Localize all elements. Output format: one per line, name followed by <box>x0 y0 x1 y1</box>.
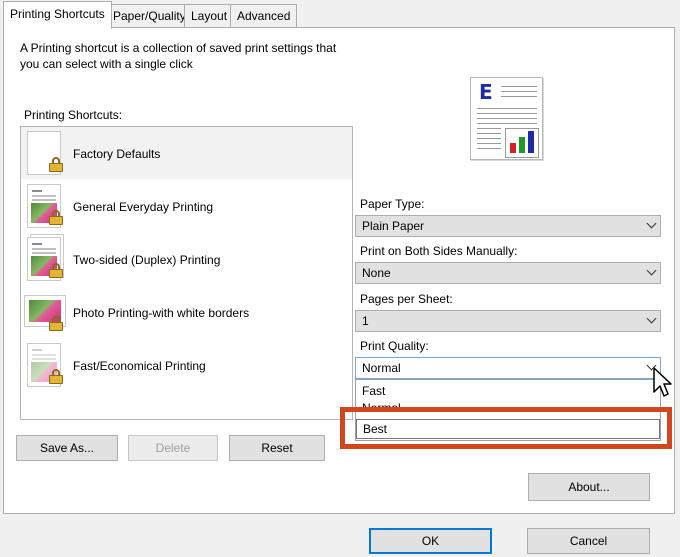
shortcut-factory-defaults[interactable]: Factory Defaults <box>21 127 352 179</box>
reset-button[interactable]: Reset <box>229 435 325 461</box>
shortcuts-heading: Printing Shortcuts: <box>24 108 123 122</box>
tab-layout[interactable]: Layout <box>184 4 235 28</box>
shortcut-label: Fast/Economical Printing <box>73 359 206 373</box>
tab-strip: Printing Shortcuts Paper/Quality Layout … <box>0 0 680 29</box>
ok-button[interactable]: OK <box>369 528 492 554</box>
annotation-highlight-box <box>340 407 672 449</box>
lock-icon <box>49 369 63 384</box>
delete-button[interactable]: Delete <box>128 435 218 461</box>
shortcut-photo-white-borders[interactable]: Photo Printing-with white borders <box>21 286 352 338</box>
mouse-cursor-icon <box>653 367 672 397</box>
shortcut-label: Factory Defaults <box>73 147 161 161</box>
lock-icon <box>49 263 63 278</box>
shortcut-general-everyday[interactable]: General Everyday Printing <box>21 180 352 232</box>
lock-icon <box>49 316 63 331</box>
shortcut-fast-economical[interactable]: Fast/Economical Printing <box>21 339 352 391</box>
shortcuts-list[interactable]: Factory Defaults General Everyday Printi… <box>20 126 353 420</box>
cancel-button[interactable]: Cancel <box>527 528 650 554</box>
chevron-down-icon <box>646 265 657 276</box>
print-quality-label: Print Quality: <box>360 339 429 353</box>
paper-type-select[interactable]: Plain Paper <box>355 215 661 237</box>
paper-type-label: Paper Type: <box>360 197 425 211</box>
print-quality-select[interactable]: Normal <box>355 357 661 379</box>
tab-advanced[interactable]: Advanced <box>230 4 298 28</box>
page-preview-icon: E <box>470 77 543 160</box>
shortcut-two-sided[interactable]: Two-sided (Duplex) Printing <box>21 233 352 285</box>
lock-icon <box>49 210 63 225</box>
shortcut-label: Two-sided (Duplex) Printing <box>73 253 221 267</box>
paper-type-value: Plain Paper <box>362 219 425 233</box>
shortcut-label: General Everyday Printing <box>73 200 214 214</box>
pages-per-sheet-select[interactable]: 1 <box>355 310 661 332</box>
tab-paper-quality[interactable]: Paper/Quality <box>106 4 193 28</box>
about-button[interactable]: About... <box>528 473 650 501</box>
both-sides-select[interactable]: None <box>355 262 661 284</box>
chevron-down-icon <box>646 313 657 324</box>
chevron-down-icon <box>646 218 657 229</box>
print-quality-value: Normal <box>362 361 401 375</box>
preview-letter-icon: E <box>479 80 493 104</box>
lock-icon <box>49 157 63 172</box>
pages-per-sheet-value: 1 <box>362 314 369 328</box>
pages-per-sheet-label: Pages per Sheet: <box>360 292 453 306</box>
both-sides-value: None <box>362 266 391 280</box>
shortcut-label: Photo Printing-with white borders <box>73 306 250 320</box>
tab-printing-shortcuts[interactable]: Printing Shortcuts <box>3 1 112 29</box>
both-sides-label: Print on Both Sides Manually: <box>360 244 518 258</box>
save-as-button[interactable]: Save As... <box>16 435 118 461</box>
preview-chart-icon <box>505 128 539 158</box>
intro-text: A Printing shortcut is a collection of s… <box>20 41 337 71</box>
quality-option-fast[interactable]: Fast <box>356 382 660 400</box>
